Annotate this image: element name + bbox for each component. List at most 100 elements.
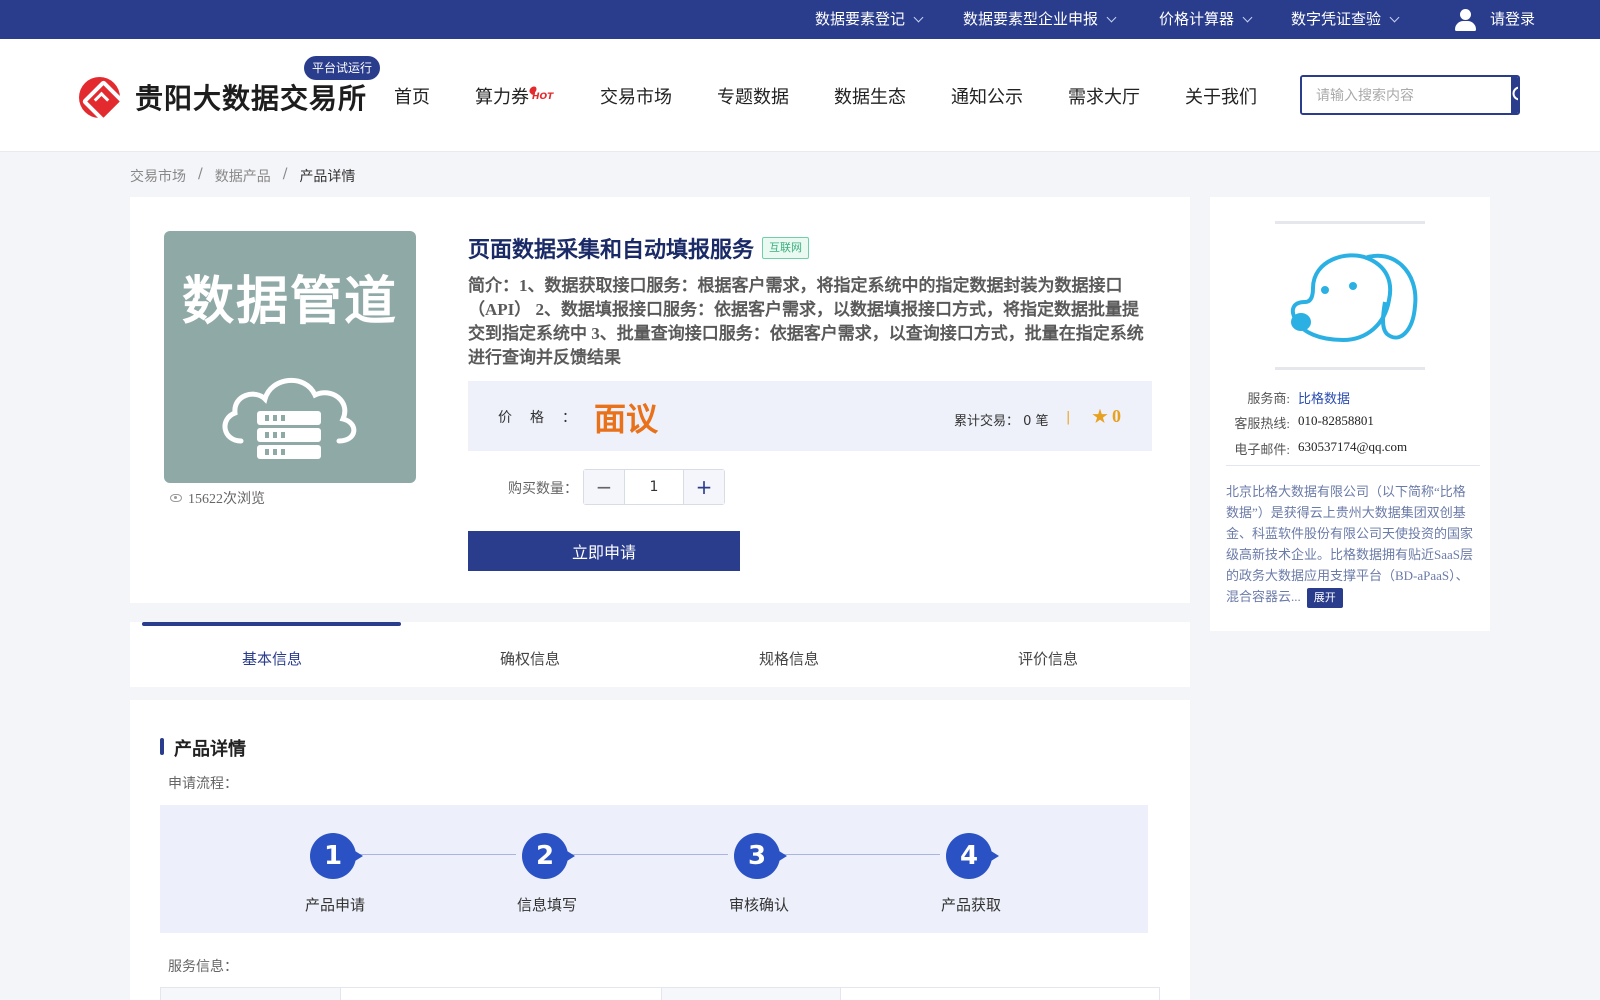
breadcrumb-current: 产品详情 [299,169,356,185]
hotline-value: 010-82858801 [1298,413,1374,428]
step-1-icon: 1 [310,833,363,879]
nav-compute-voucher[interactable]: 算力券 [475,83,529,109]
table-cell [341,988,662,1000]
nav-demand-hall[interactable]: 需求大厅 [1068,83,1140,109]
product-image: 数据管道 [164,231,416,483]
topbar-item-voucher-check[interactable]: 数字凭证查验 [1291,0,1400,39]
breadcrumb: 交易市场 / 数据产品 / 产品详情 [130,166,355,186]
search-input[interactable] [1302,77,1511,113]
login-link[interactable]: 请登录 [1454,0,1535,39]
nav-topic-data[interactable]: 专题数据 [717,83,789,109]
topbar-item-label: 价格计算器 [1159,10,1235,28]
flow-connector [356,854,516,855]
eye-icon [170,494,182,502]
category-tag: 互联网 [762,237,809,259]
breadcrumb-market[interactable]: 交易市场 [130,166,186,186]
search-button[interactable] [1511,77,1518,113]
hotline-key: 客服热线: [1234,416,1290,431]
flow-connector [780,854,940,855]
nav-home[interactable]: 首页 [394,83,430,109]
tab-basic-info[interactable]: 基本信息 [242,648,302,669]
breadcrumb-data-products[interactable]: 数据产品 [215,166,271,186]
provider-logo-dog-icon[interactable] [1283,248,1421,348]
product-image-text: 数据管道 [181,272,398,332]
apply-button[interactable]: 立即申请 [468,531,740,571]
top-bar: 数据要素登记 数据要素型企业申报 价格计算器 数字凭证查验 请登录 [0,0,1600,39]
site-header: 贵阳大数据交易所 平台试运行 首页 算力券 HOT 交易市场 专题数据 数据生态… [0,39,1600,152]
price-value: 面议 [594,400,659,438]
email-value: 630537174@qq.com [1298,439,1408,454]
trade-count: 累计交易： 0 笔 [954,414,1049,429]
breadcrumb-separator: / [198,166,203,182]
topbar-item-price-calculator[interactable]: 价格计算器 [1159,0,1253,39]
topbar-item-enterprise-declaration[interactable]: 数据要素型企业申报 [963,0,1117,39]
nav-ecosystem[interactable]: 数据生态 [834,83,906,109]
chevron-down-icon [1106,12,1117,23]
topbar-item-data-registration[interactable]: 数据要素登记 [815,0,924,39]
provider-name-link[interactable]: 比格数据 [1298,388,1350,407]
quantity-stepper: − 1 + [583,469,725,505]
rating: 0 [1092,406,1121,427]
hotline-row: 客服热线: 010-82858801 [1222,413,1374,432]
step-3-label: 审核确认 [728,896,789,914]
table-cell [662,988,841,1000]
tab-review-info[interactable]: 评价信息 [1018,648,1078,669]
step-4-label: 产品获取 [940,896,1001,914]
chevron-down-icon [1242,12,1253,23]
step-2-icon: 2 [522,833,575,879]
flow-label: 申请流程： [168,776,238,792]
tab-rights-info[interactable]: 确权信息 [500,648,560,669]
provider-name-row: 服务商: 比格数据 [1222,388,1350,407]
price-label: 价格： [498,410,594,426]
chevron-down-icon [913,12,924,23]
provider-name-key: 服务商: [1247,391,1290,406]
divider: | [1066,410,1071,425]
nav-about[interactable]: 关于我们 [1185,83,1257,109]
exchange-logo-icon[interactable] [79,77,120,118]
service-info-label: 服务信息： [168,959,238,975]
decrease-button[interactable]: − [584,470,624,504]
table-cell [161,988,341,1000]
tab-active-indicator [142,622,401,626]
step-3-icon: 3 [734,833,787,879]
divider [1275,367,1425,370]
topbar-item-label: 数据要素型企业申报 [963,10,1099,28]
search-icon [1512,86,1518,101]
product-intro: 简介：1、数据获取接口服务：根据客户需求，将指定系统中的指定数据封装为数据接口（… [468,276,1144,367]
nav-market[interactable]: 交易市场 [600,83,672,109]
nav-notices[interactable]: 通知公示 [951,83,1023,109]
site-name[interactable]: 贵阳大数据交易所 [135,77,367,117]
step-2-label: 信息填写 [516,896,577,914]
rating-value: 0 [1112,406,1121,426]
search-box [1300,75,1520,115]
product-title: 页面数据采集和自动填报服务 [468,238,755,263]
topbar-item-label: 数字凭证查验 [1291,10,1382,28]
view-count-text: 15622次浏览 [188,492,265,507]
section-title: 产品详情 [160,735,246,761]
view-count: 15622次浏览 [170,488,265,508]
topbar-item-label: 数据要素登记 [815,10,906,28]
trial-badge: 平台试运行 [304,56,381,80]
cloud-server-icon [222,378,357,459]
tab-spec-info[interactable]: 规格信息 [759,648,819,669]
divider [1275,221,1425,224]
hot-badge: HOT [532,92,554,102]
increase-button[interactable]: + [684,470,724,504]
step-1-label: 产品申请 [304,896,365,914]
quantity-label: 购买数量： [508,481,578,497]
step-4-icon: 4 [946,833,999,879]
email-key: 电子邮件: [1234,442,1290,457]
expand-button[interactable]: 展开 [1306,588,1343,608]
provider-description-text: 北京比格大数据有限公司（以下简称“比格数据”）是获得云上贵州大数据集团双创基金、… [1226,484,1474,604]
service-info-table [160,987,1160,1000]
table-cell [841,988,1159,1000]
chevron-down-icon [1389,12,1400,23]
provider-description: 北京比格大数据有限公司（以下简称“比格数据”）是获得云上贵州大数据集团双创基金、… [1226,481,1478,608]
quantity-value[interactable]: 1 [624,470,684,504]
price-box: 价格： 面议 累计交易： 0 笔 | 0 [468,381,1152,451]
flow-connector [568,854,728,855]
star-icon [1092,408,1108,424]
user-icon [1454,8,1476,32]
login-label: 请登录 [1490,10,1536,28]
breadcrumb-separator: / [282,166,288,182]
